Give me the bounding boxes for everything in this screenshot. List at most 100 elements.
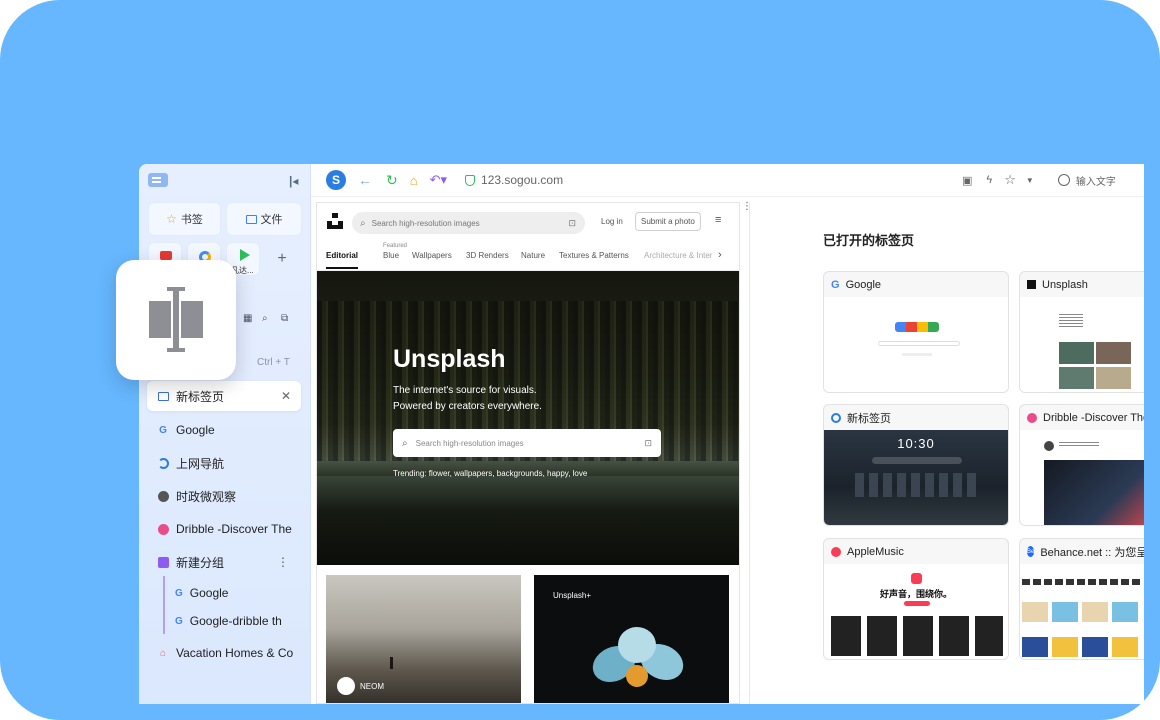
preview-thumb (1059, 342, 1094, 364)
group-tab-google-dribbble[interactable]: G Google-dribble th (165, 607, 299, 635)
sidebar-tab-google[interactable]: G Google (147, 415, 301, 445)
unsplash-logo-icon[interactable] (327, 213, 343, 229)
split-screen-app-icon[interactable] (116, 260, 236, 380)
hero-tagline-1: The internet's source for visuals. (393, 385, 537, 396)
tab-preview: 10:30 (824, 430, 1008, 525)
tab-preview (1020, 564, 1144, 659)
chevron-right-icon[interactable]: › (718, 249, 722, 261)
search-icon: ⌕ (360, 217, 366, 229)
files-button[interactable]: 文件 (226, 202, 302, 236)
tab-textures[interactable]: Textures & Patterns (559, 251, 629, 260)
qr-icon[interactable]: ▣ (962, 174, 972, 187)
submit-photo-button[interactable]: Submit a photo (635, 212, 701, 231)
tab-3d-renders[interactable]: 3D Renders (466, 251, 509, 260)
sidebar-tab-news[interactable]: 时政微观察 (147, 481, 301, 511)
tab-card-new-tab[interactable]: 新标签页 10:30 (823, 404, 1009, 526)
copy-icon[interactable]: ⧉ (281, 313, 288, 324)
open-tabs-title: 已打开的标签页 (823, 233, 915, 248)
neom-logo-icon (337, 677, 355, 695)
photo-card-unsplash-plus[interactable]: Unsplash+ (534, 575, 729, 703)
collapse-sidebar-icon[interactable]: |◂ (289, 174, 298, 188)
search-icon[interactable]: ⌕ (262, 313, 268, 324)
tab-preview (824, 297, 1008, 392)
back-icon[interactable]: ← (358, 172, 372, 188)
tab-wallpapers[interactable]: Wallpapers (412, 251, 452, 260)
sogou-icon (157, 457, 169, 469)
table-icon[interactable]: ▦ (243, 313, 252, 324)
tab-blue[interactable]: Blue (383, 251, 399, 260)
split-view-handle[interactable]: ⋮ (742, 202, 752, 212)
unsplash-search-input[interactable]: ⌕ Search high-resolution images ⊡ (352, 212, 585, 234)
search-engine-icon[interactable] (1057, 174, 1070, 186)
sidebar-toggle-icon[interactable] (148, 173, 168, 187)
more-icon[interactable]: ⋮ (277, 555, 289, 569)
tab-card-unsplash[interactable]: Unsplash (1019, 271, 1144, 393)
unsplash-plus-label: Unsplash+ (553, 591, 592, 600)
add-app-button[interactable]: + (265, 242, 299, 276)
tab-preview: 好声音，围绕你。 (824, 564, 1008, 659)
sidebar-tab-dribbble[interactable]: Dribble -Discover The (147, 514, 301, 544)
tab-card-google[interactable]: G Google (823, 271, 1009, 393)
bookmarks-button[interactable]: ☆ 书签 (148, 202, 221, 236)
preview-app-icon (911, 573, 922, 584)
sogou-logo-icon[interactable]: S (326, 170, 346, 190)
music-icon (831, 546, 841, 557)
unsplash-tabs: Editorial Featured Blue Wallpapers 3D Re… (317, 239, 739, 271)
tab-card-applemusic[interactable]: AppleMusic 好声音，围绕你。 (823, 538, 1009, 660)
tab-preview (1020, 430, 1144, 525)
google-logo (895, 322, 939, 332)
tab-nature[interactable]: Nature (521, 251, 545, 260)
new-tab-icon (831, 412, 841, 423)
photo-card-neom[interactable]: NEOM (326, 575, 521, 703)
preview-search-box (872, 457, 962, 464)
google-icon: G (175, 587, 183, 599)
preview-grid-row (1022, 637, 1140, 657)
preview-grid-row (1022, 602, 1140, 622)
dribbble-icon (157, 523, 169, 535)
tab-architecture[interactable]: Architecture & Inter (644, 251, 714, 260)
preview-tagline: 好声音，围绕你。 (879, 589, 952, 599)
preview-text-block (1059, 442, 1099, 448)
login-link[interactable]: Log in (601, 217, 623, 226)
globe-icon (157, 490, 169, 502)
sidebar-tab-airbnb[interactable]: ⌂ Vacation Homes & Co (147, 638, 301, 668)
airbnb-icon: ⌂ (159, 647, 167, 659)
visual-search-icon[interactable]: ⊡ (644, 438, 652, 449)
new-tab-shortcut: Ctrl + T (257, 357, 290, 368)
preview-cta (904, 601, 930, 606)
preview-thumb (1059, 367, 1094, 389)
hero-title: Unsplash (393, 345, 506, 373)
star-icon[interactable]: ☆ (1004, 172, 1016, 188)
sidebar-tab-group[interactable]: 新建分组 ⋮ (147, 547, 301, 577)
dribbble-icon (1027, 412, 1037, 423)
home-icon[interactable]: ⌂ (410, 173, 418, 188)
group-tab-google[interactable]: G Google (165, 579, 299, 607)
trending-text: Trending: flower, wallpapers, background… (393, 469, 588, 478)
chevron-down-icon[interactable]: ▼ (1026, 176, 1034, 185)
unsplash-pane: ⌕ Search high-resolution images ⊡ Log in… (316, 202, 740, 704)
sidebar-tab-sogou[interactable]: 上网导航 (147, 448, 301, 478)
search-input[interactable]: 输入文字 (1076, 173, 1116, 188)
sidebar-tab-new-tab[interactable]: 新标签页 ✕ (147, 381, 301, 411)
reload-icon[interactable]: ↻ (386, 172, 398, 189)
google-icon: G (175, 615, 183, 627)
tab-editorial[interactable]: Editorial (326, 251, 359, 269)
split-screen-icon (149, 287, 203, 352)
search-icon: ⌕ (402, 437, 408, 449)
address-bar[interactable]: 123.sogou.com (481, 173, 781, 187)
lightning-icon[interactable]: ϟ (986, 174, 992, 186)
preview-clock: 10:30 (897, 436, 935, 451)
tab-card-behance[interactable]: BeBehance.net :: 为您呈现 (1019, 538, 1144, 660)
browser-toolbar: S ← ↻ ⌂ ↶▾ 123.sogou.com ▣ ϟ ☆ ▼ 输入文字 (311, 164, 1144, 197)
preview-thumb (1096, 342, 1131, 364)
undo-icon[interactable]: ↶▾ (430, 172, 447, 188)
play-icon (240, 249, 250, 261)
climber-figure (390, 657, 393, 669)
visual-search-icon[interactable]: ⊡ (568, 218, 576, 229)
close-icon[interactable]: ✕ (281, 389, 291, 403)
neom-label: NEOM (360, 682, 384, 691)
menu-icon[interactable]: ≡ (715, 214, 721, 226)
hero-search-input[interactable]: ⌕ Search high-resolution images ⊡ (393, 429, 661, 457)
secure-icon (465, 174, 476, 186)
tab-card-dribbble[interactable]: Dribble -Discover The (1019, 404, 1144, 526)
